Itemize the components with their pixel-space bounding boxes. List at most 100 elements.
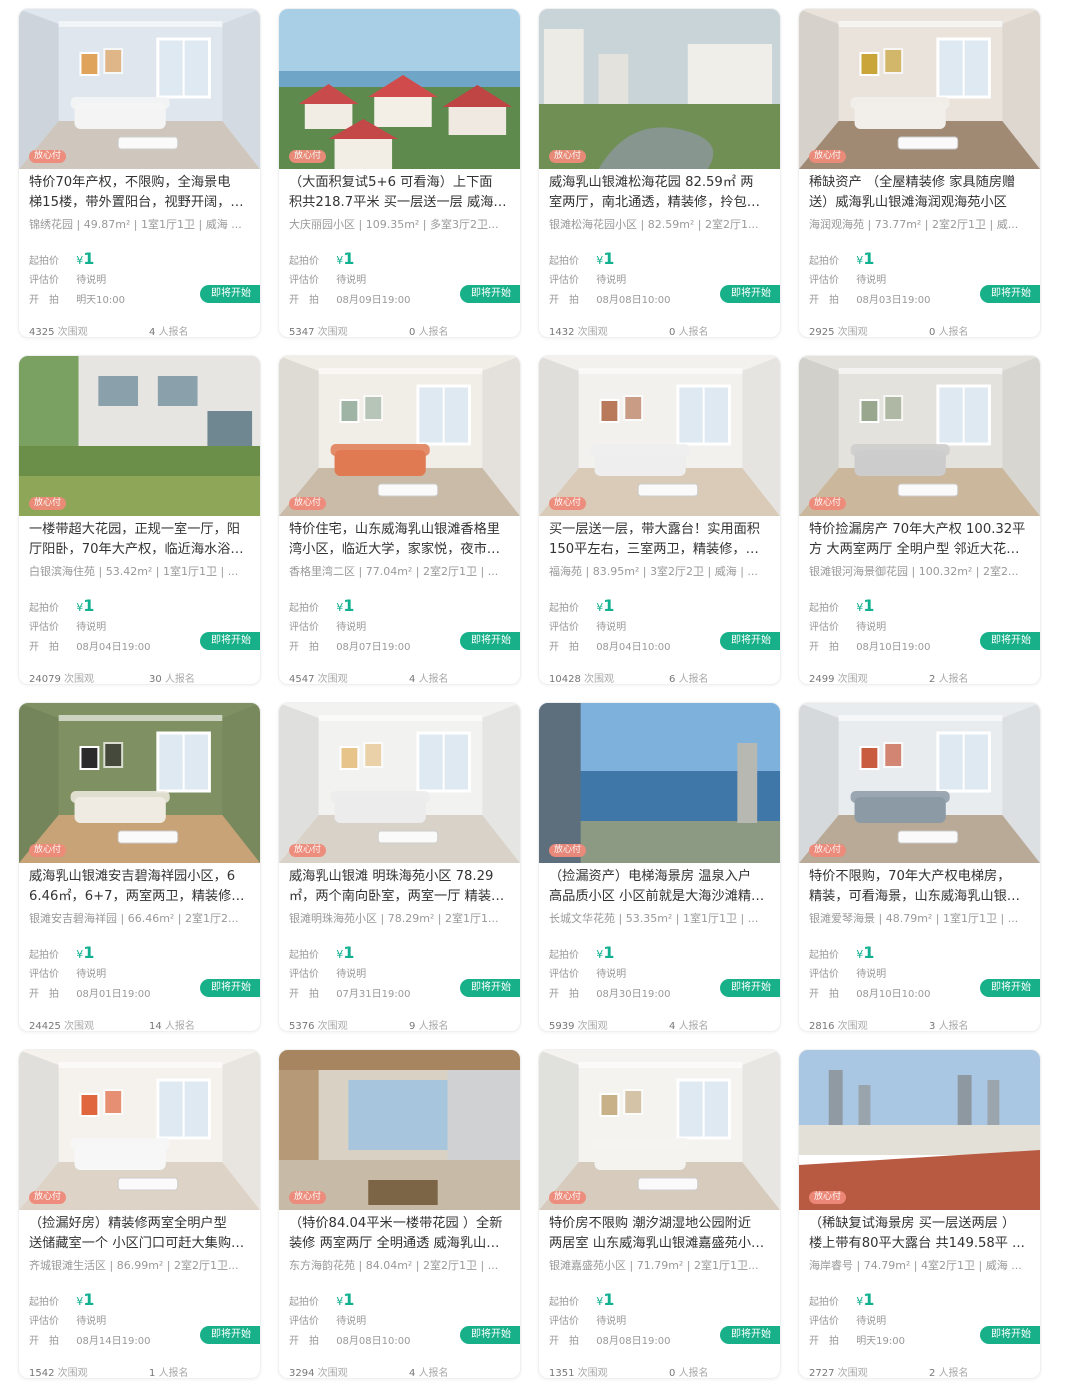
auction-time-row: 开 拍 明天10:00 <box>29 291 125 306</box>
signup-count-value: 0 <box>409 327 416 338</box>
starting-soon-button[interactable]: 即将开始 <box>460 979 520 997</box>
listing-card[interactable]: 放心付 威海乳山银滩 明珠海苑小区 78.29 ㎡，两个南向卧室，两室一厅 精装… <box>278 702 521 1032</box>
listing-card[interactable]: 放心付 特价住宅，山东威海乳山银滩香格里 湾小区，临近大学，家家悦，夜市… 香格… <box>278 355 521 685</box>
starting-soon-button[interactable]: 即将开始 <box>980 979 1040 997</box>
starting-soon-button[interactable]: 即将开始 <box>980 632 1040 650</box>
view-count-value: 3294 <box>289 1368 315 1379</box>
listing-title[interactable]: （稀缺复试海景房 买一层送两层 ） 楼上带有80平大露台 共149.58平 ..… <box>809 1214 1035 1254</box>
starting-soon-button[interactable]: 即将开始 <box>720 632 780 650</box>
auction-time-row: 开 拍 08月10日19:00 <box>809 638 930 653</box>
listing-title[interactable]: 买一层送一层，带大露台！实用面积 150平左右，三室两卫，精装修，… <box>549 520 775 560</box>
listing-card[interactable]: 放心付 （捡漏资产）电梯海景房 温泉入户 高品质小区 小区前就是大海沙滩精… 长… <box>538 702 781 1032</box>
signup-count-value: 4 <box>669 1021 676 1032</box>
auction-time-label: 开 拍 <box>29 295 59 306</box>
listing-card[interactable]: 放心付 买一层送一层，带大露台！实用面积 150平左右，三室两卫，精装修，… 福… <box>538 355 781 685</box>
auction-time-row: 开 拍 08月10日10:00 <box>809 985 930 1000</box>
auction-time-value: 08月14日19:00 <box>76 1336 151 1347</box>
listing-card[interactable]: 放心付 威海乳山银滩安吉碧海祥园小区，6 6.46㎡，6+7，两室两卫，精装修…… <box>18 702 261 1032</box>
starting-soon-button[interactable]: 即将开始 <box>460 632 520 650</box>
listing-card[interactable]: 放心付 特价70年产权，不限购，全海景电 梯15楼，带外置阳台，视野开阔，… 锦… <box>18 8 261 338</box>
listing-card[interactable]: 放心付 一楼带超大花园，正规一室一厅，阳 厅阳卧，70年大产权，临近海水浴… 白… <box>18 355 261 685</box>
signup-count-value: 14 <box>149 1021 162 1032</box>
listing-photo[interactable]: 放心付 <box>799 703 1040 863</box>
listing-photo[interactable]: 放心付 <box>799 9 1040 169</box>
auction-time-row: 开 拍 08月01日19:00 <box>29 985 150 1000</box>
starting-soon-button[interactable]: 即将开始 <box>460 1326 520 1344</box>
listing-title[interactable]: 稀缺资产 （全屋精装修 家具随房赠 送）威海乳山银滩海润观海苑小区 <box>809 173 1035 213</box>
starting-soon-button[interactable]: 即将开始 <box>460 285 520 303</box>
listing-title-line1: 一楼带超大花园，正规一室一厅，阳 <box>29 522 240 537</box>
starting-soon-button[interactable]: 即将开始 <box>980 285 1040 303</box>
listing-photo[interactable]: 放心付 <box>539 1050 780 1210</box>
view-count-suffix: 次围观 <box>64 1021 94 1032</box>
listing-card[interactable]: 放心付 特价捡漏房产 70年大产权 100.32平 方 大两室两厅 全明户型 邻… <box>798 355 1041 685</box>
eval-price-label: 评估价 <box>29 969 59 980</box>
listing-meta: 银滩安吉碧海祥园 | 66.46m² | 2室1厅2... <box>29 912 239 925</box>
listing-card[interactable]: 放心付 （大面积复试5+6 可看海）上下面 积共218.7平米 买一层送一层 威… <box>278 8 521 338</box>
listing-photo[interactable]: 放心付 <box>19 9 260 169</box>
listing-title[interactable]: 威海乳山银滩松海花园 82.59㎡ 两 室两厅，南北通透，精装修，拎包… <box>549 173 775 213</box>
listing-card[interactable]: 放心付 特价房不限购 潮汐湖湿地公园附近 两居室 山东威海乳山银滩嘉盛苑小… 银… <box>538 1049 781 1379</box>
listing-title[interactable]: （捡漏资产）电梯海景房 温泉入户 高品质小区 小区前就是大海沙滩精… <box>549 867 775 907</box>
starting-soon-button[interactable]: 即将开始 <box>200 285 260 303</box>
listing-title[interactable]: 特价住宅，山东威海乳山银滩香格里 湾小区，临近大学，家家悦，夜市… <box>289 520 515 560</box>
view-count: 5347 次围观 <box>289 323 409 338</box>
starting-soon-button[interactable]: 即将开始 <box>200 632 260 650</box>
listing-title[interactable]: （特价84.04平米一楼带花园 ）全新 装修 两室两厅 全明通透 威海乳山… <box>289 1214 515 1254</box>
safe-pay-badge: 放心付 <box>549 150 587 163</box>
listing-card[interactable]: 放心付 （捡漏好房）精装修两室全明户型 送储藏室一个 小区门口可赶大集购… 齐城… <box>18 1049 261 1379</box>
listing-card[interactable]: 放心付 威海乳山银滩松海花园 82.59㎡ 两 室两厅，南北通透，精装修，拎包…… <box>538 8 781 338</box>
listing-title-line2: 6.46㎡，6+7，两室两卫，精装修… <box>29 889 245 904</box>
starting-soon-button[interactable]: 即将开始 <box>980 1326 1040 1344</box>
signup-count-suffix: 人报名 <box>678 1021 709 1032</box>
listing-title-line2: ㎡，两个南向卧室，两室一厅 精装… <box>289 889 505 904</box>
eval-price-row: 评估价 待说明 <box>549 271 626 286</box>
listing-card[interactable]: 放心付 （特价84.04平米一楼带花园 ）全新 装修 两室两厅 全明通透 威海乳… <box>278 1049 521 1379</box>
listing-title[interactable]: （大面积复试5+6 可看海）上下面 积共218.7平米 买一层送一层 威海… <box>289 173 515 213</box>
listing-photo[interactable]: 放心付 <box>539 9 780 169</box>
listing-card[interactable]: 放心付 稀缺资产 （全屋精装修 家具随房赠 送）威海乳山银滩海润观海苑小区 海润… <box>798 8 1041 338</box>
listing-photo[interactable]: 放心付 <box>19 703 260 863</box>
listing-title-line2: 送储藏室一个 小区门口可赶大集购… <box>29 1236 245 1251</box>
listing-title[interactable]: 威海乳山银滩 明珠海苑小区 78.29 ㎡，两个南向卧室，两室一厅 精装… <box>289 867 515 907</box>
start-price-value: ¥1 <box>856 1290 874 1309</box>
listing-photo[interactable]: 放心付 <box>279 703 520 863</box>
listing-title[interactable]: 一楼带超大花园，正规一室一厅，阳 厅阳卧，70年大产权，临近海水浴… <box>29 520 255 560</box>
start-price-label: 起拍价 <box>809 256 839 267</box>
listing-card[interactable]: 放心付 （稀缺复试海景房 买一层送两层 ） 楼上带有80平大露台 共149.58… <box>798 1049 1041 1379</box>
starting-soon-button[interactable]: 即将开始 <box>200 1326 260 1344</box>
auction-time-label: 开 拍 <box>549 989 579 1000</box>
listing-title-line1: 特价住宅，山东威海乳山银滩香格里 <box>289 522 500 537</box>
listing-title[interactable]: 特价70年产权，不限购，全海景电 梯15楼，带外置阳台，视野开阔，… <box>29 173 255 213</box>
view-count: 1351 次围观 <box>549 1364 669 1378</box>
listing-photo[interactable]: 放心付 <box>19 1050 260 1210</box>
starting-soon-button[interactable]: 即将开始 <box>720 1326 780 1344</box>
signup-count-value: 3 <box>929 1021 936 1032</box>
listing-title-line1: （大面积复试5+6 可看海）上下面 <box>289 175 493 190</box>
auction-time-value: 明天19:00 <box>856 1336 906 1347</box>
safe-pay-badge: 放心付 <box>289 844 327 857</box>
starting-soon-button[interactable]: 即将开始 <box>720 285 780 303</box>
listing-photo[interactable]: 放心付 <box>799 1050 1040 1210</box>
eval-price-value: 待说明 <box>76 969 107 980</box>
starting-soon-button[interactable]: 即将开始 <box>200 979 260 997</box>
listing-photo[interactable]: 放心付 <box>539 356 780 516</box>
listing-title[interactable]: 特价捡漏房产 70年大产权 100.32平 方 大两室两厅 全明户型 邻近大花… <box>809 520 1035 560</box>
listing-title[interactable]: 特价房不限购 潮汐湖湿地公园附近 两居室 山东威海乳山银滩嘉盛苑小… <box>549 1214 775 1254</box>
listing-photo[interactable]: 放心付 <box>19 356 260 516</box>
listing-photo[interactable]: 放心付 <box>539 703 780 863</box>
listing-title[interactable]: （捡漏好房）精装修两室全明户型 送储藏室一个 小区门口可赶大集购… <box>29 1214 255 1254</box>
auction-time-row: 开 拍 08月30日19:00 <box>549 985 670 1000</box>
signup-count-suffix: 人报名 <box>164 1021 195 1032</box>
listing-photo[interactable]: 放心付 <box>279 1050 520 1210</box>
listing-title[interactable]: 威海乳山银滩安吉碧海祥园小区，6 6.46㎡，6+7，两室两卫，精装修… <box>29 867 255 907</box>
listing-photo[interactable]: 放心付 <box>799 356 1040 516</box>
listing-title[interactable]: 特价不限购，70年大产权电梯房， 精装，可看海景，山东威海乳山银… <box>809 867 1035 907</box>
view-count-value: 5347 <box>289 327 315 338</box>
listing-title-line2: 梯15楼，带外置阳台，视野开阔，… <box>29 195 244 210</box>
signup-count-value: 6 <box>669 674 676 685</box>
starting-soon-button[interactable]: 即将开始 <box>720 979 780 997</box>
listing-photo[interactable]: 放心付 <box>279 356 520 516</box>
listing-photo[interactable]: 放心付 <box>279 9 520 169</box>
listing-card[interactable]: 放心付 特价不限购，70年大产权电梯房， 精装，可看海景，山东威海乳山银… 银滩… <box>798 702 1041 1032</box>
